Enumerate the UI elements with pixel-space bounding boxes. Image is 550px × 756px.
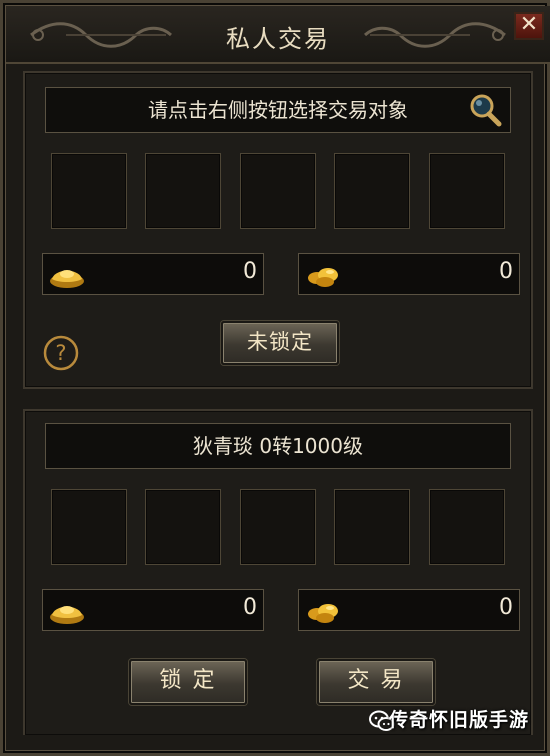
- my-item-slot-4[interactable]: [334, 489, 410, 565]
- partner-ingot-box: 0: [298, 253, 520, 295]
- svg-text:?: ?: [55, 341, 66, 365]
- partner-item-slot-5[interactable]: [429, 153, 505, 229]
- trade-button[interactable]: 交 易: [317, 659, 435, 705]
- my-item-slot-2[interactable]: [145, 489, 221, 565]
- my-trade-panel: 狄青琰 0转1000级 0 0 锁 定 交 易: [23, 409, 533, 735]
- partner-gold-box: 0: [42, 253, 264, 295]
- partner-item-slot-1[interactable]: [51, 153, 127, 229]
- my-gold-value: 0: [243, 595, 257, 620]
- lock-status-button[interactable]: 未锁定: [221, 321, 339, 365]
- select-partner-prompt: 请点击右侧按钮选择交易对象: [148, 98, 408, 122]
- trade-window: 私人交易 ✕ 请点击右侧按钮选择交易对象 0 0 ? 未锁定 狄青琰 0转100…: [0, 0, 550, 756]
- gold-nugget-icon: [308, 604, 338, 623]
- question-mark-icon[interactable]: ?: [43, 335, 79, 371]
- my-gold-box[interactable]: 0: [42, 589, 264, 631]
- my-item-slot-1[interactable]: [51, 489, 127, 565]
- watermark-text: 传奇怀旧版手游: [388, 709, 529, 731]
- partner-gold-value: 0: [243, 259, 257, 284]
- partner-name-bar: 请点击右侧按钮选择交易对象: [45, 87, 511, 133]
- partner-trade-panel: 请点击右侧按钮选择交易对象 0 0 ? 未锁定: [23, 71, 533, 389]
- my-item-slot-5[interactable]: [429, 489, 505, 565]
- partner-item-slot-4[interactable]: [334, 153, 410, 229]
- player-info-bar: 狄青琰 0转1000级: [45, 423, 511, 469]
- close-icon: ✕: [519, 12, 539, 37]
- gold-ingot-icon: [50, 270, 84, 288]
- partner-item-slot-2[interactable]: [145, 153, 221, 229]
- magnifier-icon[interactable]: [468, 93, 502, 127]
- gold-nugget-icon: [308, 268, 338, 287]
- player-info-label: 狄青琰 0转1000级: [193, 434, 363, 458]
- title-bar[interactable]: 私人交易 ✕: [6, 6, 550, 64]
- my-ingot-box[interactable]: 0: [298, 589, 520, 631]
- partner-item-slot-3[interactable]: [240, 153, 316, 229]
- close-button[interactable]: ✕: [514, 12, 544, 40]
- gold-ingot-icon: [50, 606, 84, 624]
- lock-button[interactable]: 锁 定: [129, 659, 247, 705]
- partner-ingot-value: 0: [499, 259, 513, 284]
- window-title: 私人交易: [226, 25, 330, 53]
- my-ingot-value: 0: [499, 595, 513, 620]
- my-item-slot-3[interactable]: [240, 489, 316, 565]
